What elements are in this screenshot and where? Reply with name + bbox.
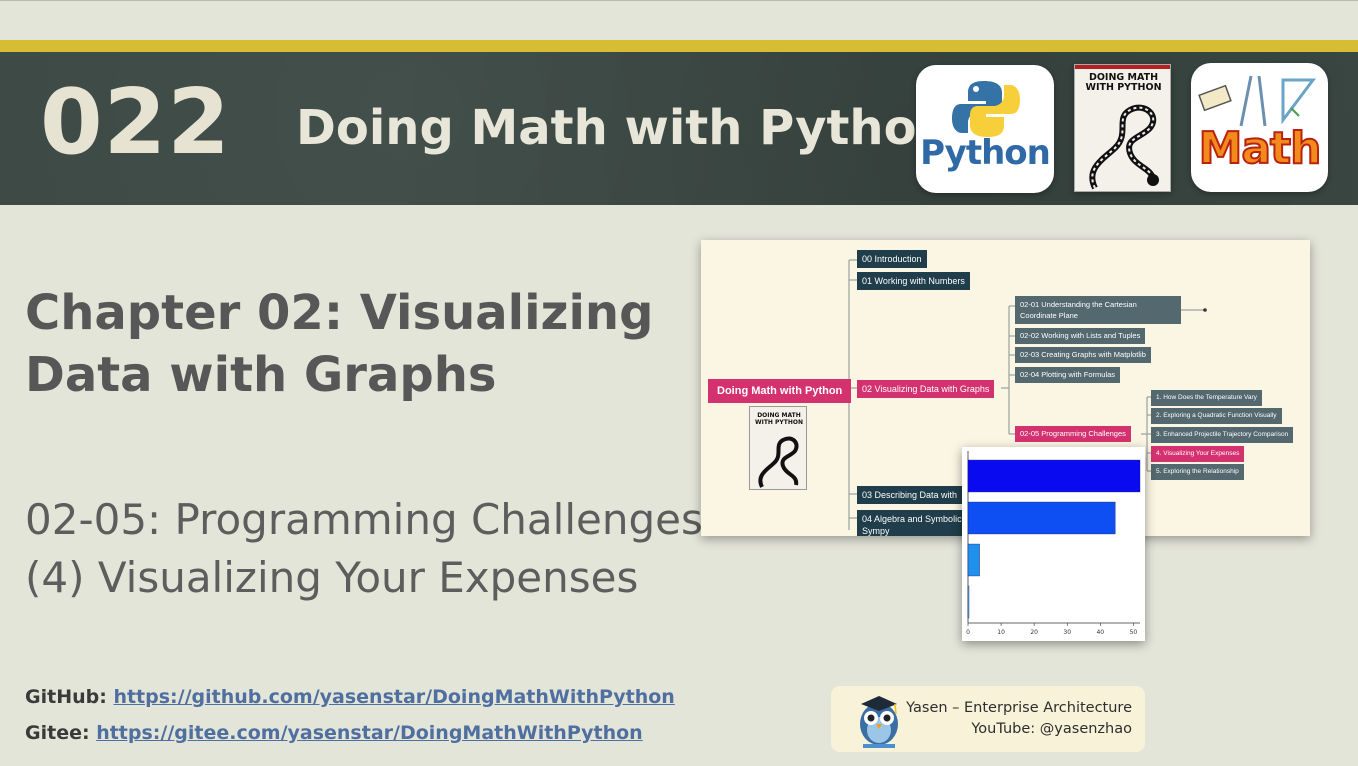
- snake-illustration-icon: [1075, 98, 1170, 191]
- github-label: GitHub:: [25, 686, 107, 708]
- python-snake-icon: [952, 81, 1020, 137]
- chart-x-tick-label: 20: [1030, 629, 1038, 636]
- mindmap-chapter-line: Sympy: [862, 526, 890, 536]
- gold-accent-bar: [0, 40, 1358, 52]
- book-cover-title: DOING MATH WITH PYTHON: [1085, 72, 1162, 93]
- mindmap-book-title: DOING MATH WITH PYTHON: [754, 412, 804, 426]
- github-row: GitHub: https://github.com/yasenstar/Doi…: [25, 686, 675, 708]
- gitee-label: Gitee:: [25, 722, 90, 744]
- chart-bar: [967, 543, 980, 577]
- chart-bar: [967, 501, 1116, 535]
- owl-graduate-icon: [860, 696, 898, 748]
- expenses-bar-chart: 0 10 20 30 40 50: [962, 447, 1145, 641]
- top-border: [0, 0, 1358, 1]
- mindmap-chapter: 02 Visualizing Data with Graphs: [857, 380, 995, 398]
- author-card: Yasen – Enterprise Architecture YouTube:…: [831, 686, 1145, 752]
- bar-chart-svg: 0 10 20 30 40 50: [966, 451, 1141, 636]
- mindmap-book-cover: DOING MATH WITH PYTHON: [749, 406, 807, 490]
- chart-x-tick-label: 50: [1130, 629, 1138, 636]
- mindmap-chapter: 04 Algebra and Symbolic Sympy: [857, 510, 967, 536]
- math-logo: Math: [1191, 63, 1328, 192]
- mindmap-chapter: 00 Introduction: [857, 250, 927, 268]
- gitee-link[interactable]: https://gitee.com/yasenstar/DoingMathWit…: [96, 722, 643, 744]
- snake-illustration-icon: [758, 436, 799, 488]
- python-logo-text: Python: [920, 133, 1051, 173]
- mindmap-chapter: 03 Describing Data with: [857, 486, 963, 504]
- mindmap-challenge: 1. How Does the Temperature Vary: [1151, 390, 1262, 406]
- mindmap-chapter-line: 04 Algebra and Symbolic: [862, 514, 962, 524]
- mindmap-challenge: 4. Visualizing Your Expenses: [1151, 446, 1245, 462]
- mindmap-section: 02-01 Understanding the Cartesian Coordi…: [1015, 296, 1181, 324]
- mindmap-section: 02-02 Working with Lists and Tuples: [1015, 328, 1146, 344]
- chart-bar: [967, 585, 970, 619]
- section-title: 02-05: Programming Challenges: [25, 495, 703, 544]
- mindmap-chapter: 01 Working with Numbers: [857, 272, 970, 290]
- subsection-title: (4) Visualizing Your Expenses: [25, 553, 639, 602]
- series-title: Doing Math with Python: [296, 100, 951, 156]
- mindmap-section: 02-04 Plotting with Formulas: [1015, 367, 1121, 383]
- chart-bar: [967, 459, 1141, 493]
- chart-x-tick-label: 0: [966, 629, 970, 636]
- chart-x-tick-label: 40: [1096, 629, 1104, 636]
- book-cover-stripe: [1075, 65, 1170, 69]
- math-logo-text: Math: [1198, 122, 1323, 175]
- mindmap-root: Doing Math with Python: [708, 379, 852, 403]
- episode-number: 022: [40, 70, 231, 175]
- github-link[interactable]: https://github.com/yasenstar/DoingMathWi…: [113, 686, 674, 708]
- mindmap-section: 02-03 Creating Graphs with Matplotlib: [1015, 347, 1151, 363]
- mindmap-challenge: 5. Exploring the Relationship: [1151, 464, 1244, 480]
- mindmap-challenge: 3. Enhanced Projectile Trajectory Compar…: [1151, 427, 1294, 443]
- mindmap-challenge: 2. Exploring a Quadratic Function Visual…: [1151, 408, 1282, 424]
- chapter-title: Chapter 02: Visualizing Data with Graphs: [25, 285, 654, 403]
- chart-x-tick-label: 30: [1063, 629, 1071, 636]
- python-logo: Python: [916, 65, 1054, 193]
- gitee-row: Gitee: https://gitee.com/yasenstar/Doing…: [25, 722, 643, 744]
- author-channel: YouTube: @yasenzhao: [971, 721, 1132, 737]
- mindmap-section-line: Coordinate Plane: [1020, 311, 1078, 320]
- mindmap-section-line: 02-01 Understanding the Cartesian: [1020, 300, 1137, 309]
- author-name: Yasen – Enterprise Architecture: [906, 700, 1132, 716]
- mindmap-section: 02-05 Programming Challenges: [1015, 426, 1131, 442]
- book-cover-image: DOING MATH WITH PYTHON: [1074, 64, 1171, 192]
- chart-x-tick-label: 10: [997, 629, 1005, 636]
